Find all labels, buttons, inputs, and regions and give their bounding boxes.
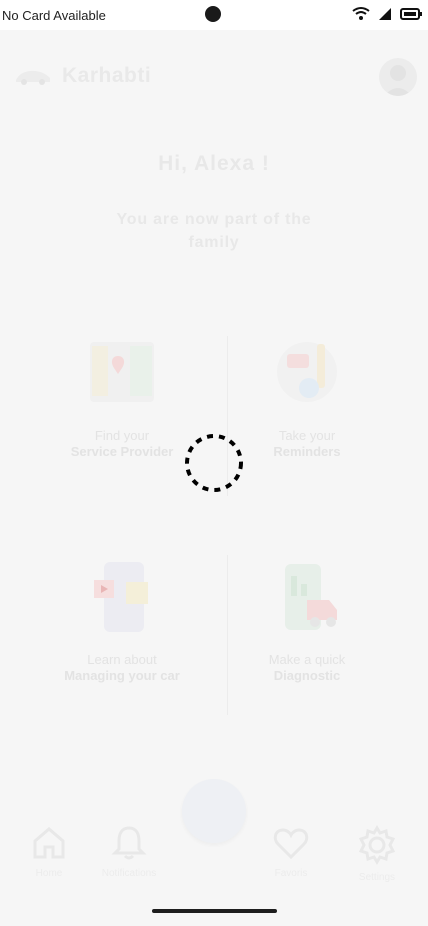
map-icon xyxy=(90,342,154,402)
heart-icon xyxy=(273,828,309,860)
profile-avatar[interactable] xyxy=(379,58,417,96)
bell-icon xyxy=(111,826,147,860)
app-title: Karhabti xyxy=(62,64,152,87)
card-service-provider[interactable]: Find your Service Provider xyxy=(37,336,207,486)
bottom-navigation: Home Notifications Favoris Settings xyxy=(0,800,428,926)
carrier-label: No Card Available xyxy=(2,8,106,23)
nav-home[interactable]: Home xyxy=(14,825,84,879)
battery-icon xyxy=(400,8,422,20)
phone-video-icon xyxy=(94,562,148,632)
card-line1: Make a quick xyxy=(268,652,346,667)
gear-icon xyxy=(358,825,396,865)
card-line1: Find your xyxy=(94,428,150,443)
wifi-icon xyxy=(352,7,370,20)
card-diagnostic[interactable]: Make a quick Diagnostic xyxy=(222,560,392,710)
card-managing-car[interactable]: Learn about Managing your car xyxy=(37,560,207,710)
nav-settings[interactable]: Settings xyxy=(342,825,412,883)
nav-notifications[interactable]: Notifications xyxy=(94,825,164,879)
card-line2: Diagnostic xyxy=(273,668,341,683)
home-indicator[interactable] xyxy=(152,909,277,913)
card-line2: Service Provider xyxy=(70,444,174,459)
loading-spinner xyxy=(185,434,243,492)
nav-home-label: Home xyxy=(35,868,63,879)
car-logo-icon xyxy=(16,70,50,85)
card-line2: Reminders xyxy=(273,444,341,459)
card-line1: Take your xyxy=(278,428,336,443)
nav-settings-label: Settings xyxy=(358,872,396,883)
app-header: Karhabti xyxy=(0,30,428,110)
welcome-subtitle: You are now part of the family xyxy=(116,211,312,251)
nav-favoris[interactable]: Favoris xyxy=(256,825,326,879)
card-reminders[interactable]: Take your Reminders xyxy=(222,336,392,486)
card-line1: Learn about xyxy=(87,652,157,667)
camera-cutout xyxy=(205,6,221,22)
home-icon xyxy=(33,827,65,859)
diagnostic-icon xyxy=(285,564,337,630)
card-line2: Managing your car xyxy=(64,668,180,683)
greeting-title: Hi, Alexa ! xyxy=(158,152,270,175)
avatar-icon xyxy=(384,65,412,96)
nav-notifications-label: Notifications xyxy=(101,868,157,879)
nav-favoris-label: Favoris xyxy=(274,868,308,879)
reminders-icon xyxy=(277,342,337,402)
signal-icon xyxy=(379,8,391,20)
status-bar: No Card Available xyxy=(0,0,428,30)
